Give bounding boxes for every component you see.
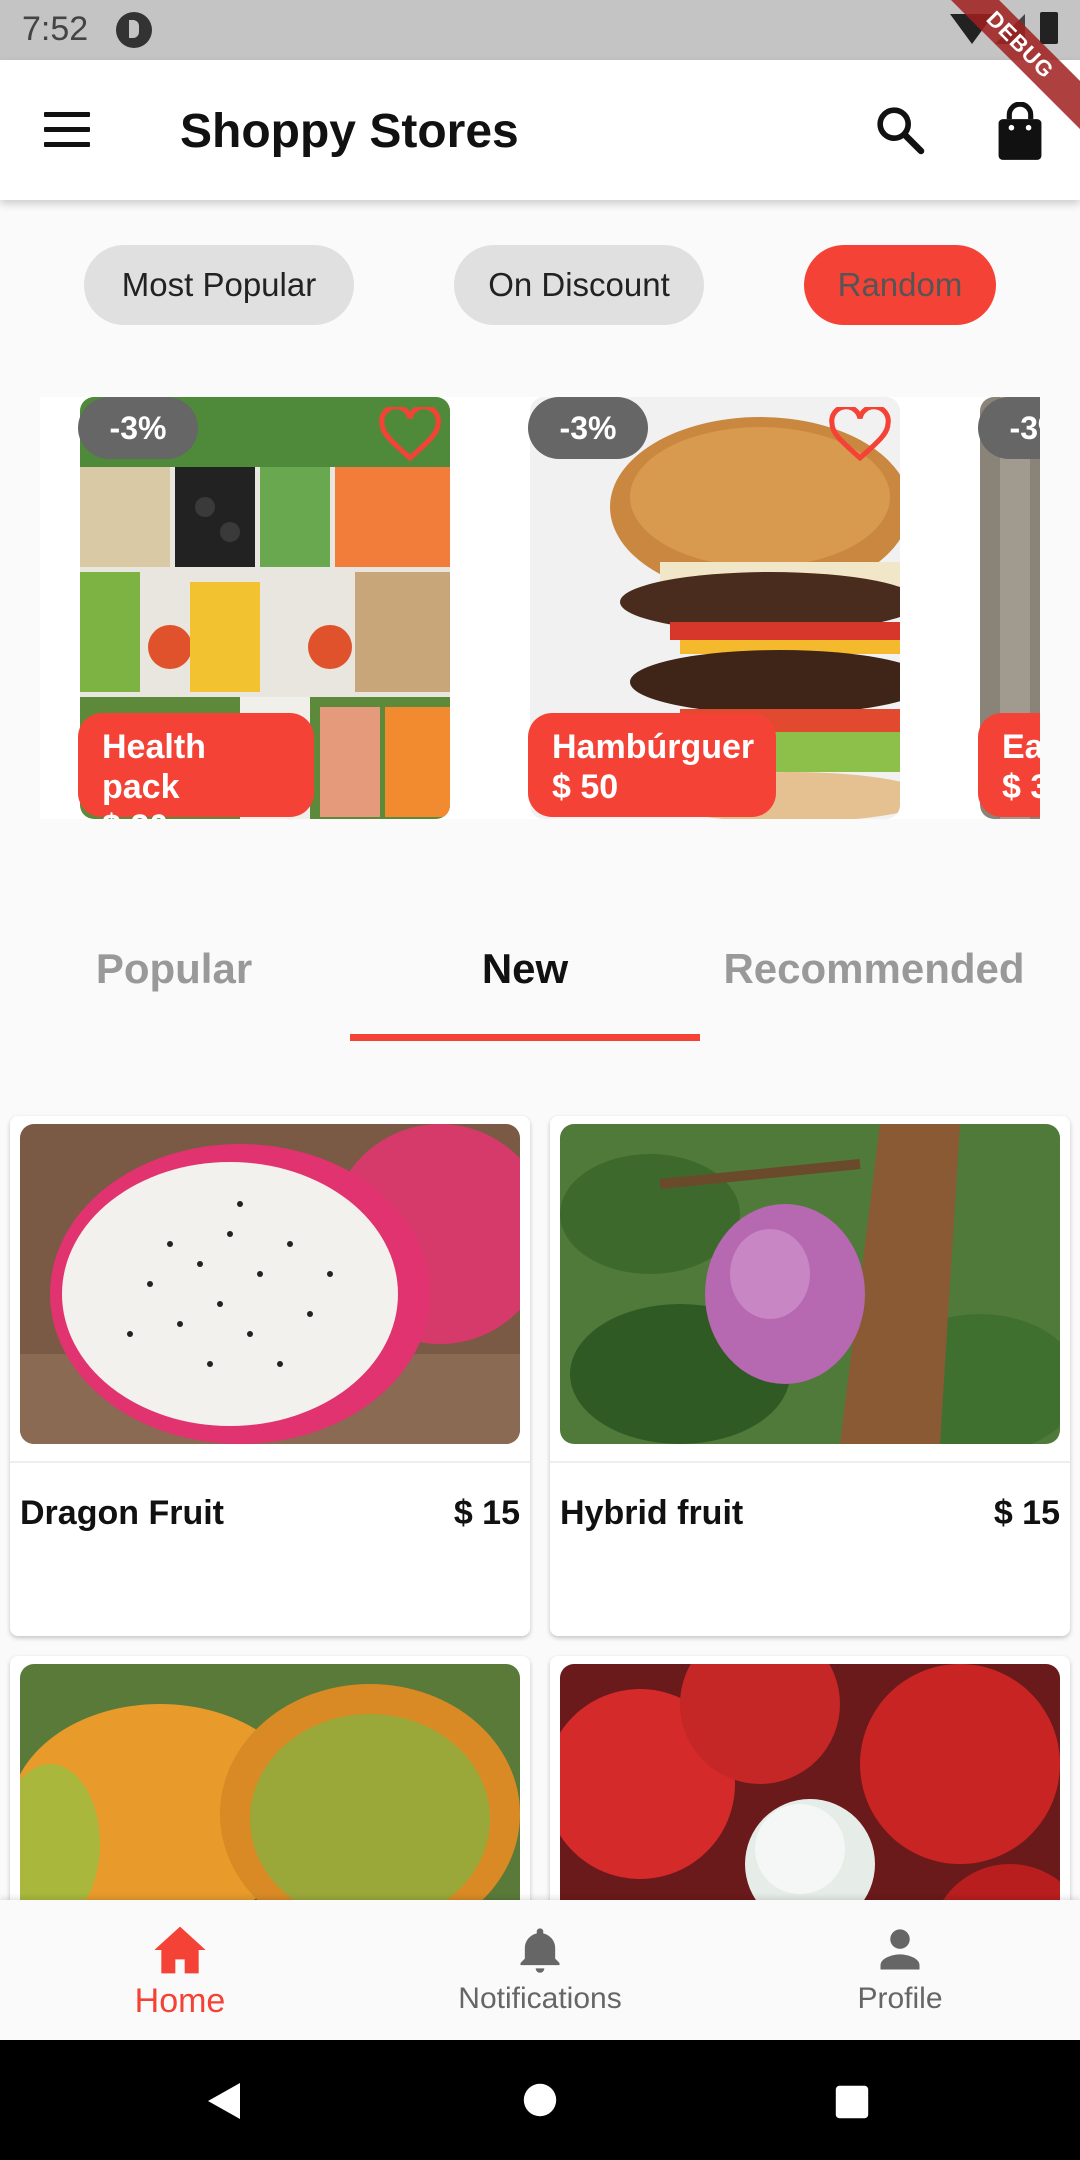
favorite-heart-icon[interactable]: [378, 407, 442, 463]
carousel-card-health-pack[interactable]: -3% Health pack $ 20: [40, 397, 490, 819]
app-notification-icon: [116, 12, 152, 48]
discount-badge: -3%: [978, 397, 1040, 459]
card-divider: [10, 1461, 530, 1463]
nav-profile[interactable]: Profile: [750, 1924, 1050, 2016]
tab-new[interactable]: New: [355, 945, 695, 993]
product-name: Hambúrguer: [552, 728, 755, 766]
tab-indicator: [350, 1034, 700, 1041]
bell-icon: [520, 1928, 560, 1973]
product-card-hybrid-fruit[interactable]: Hybrid fruit $ 15: [550, 1116, 1070, 1636]
menu-icon[interactable]: [44, 112, 94, 148]
back-icon[interactable]: [204, 2080, 244, 2122]
product-image: [20, 1124, 520, 1444]
nav-profile-label: Profile: [857, 1982, 943, 2015]
product-name: Hybrid fruit: [560, 1494, 744, 1532]
product-price: $ 15: [453, 1494, 520, 1532]
product-image: [560, 1124, 1060, 1444]
product-name: Ea: [1002, 728, 1040, 766]
recents-icon[interactable]: [834, 2084, 870, 2120]
person-icon: [880, 1929, 920, 1970]
product-price: $ 15: [993, 1494, 1060, 1532]
discount-badge: -3%: [528, 397, 648, 459]
featured-carousel[interactable]: -3% Health pack $ 20 -3%: [0, 397, 1040, 819]
nav-home-label: Home: [134, 1982, 226, 2020]
home-icon: [154, 1926, 206, 1974]
home-circle-icon[interactable]: [522, 2082, 558, 2118]
filter-chip-on-discount[interactable]: On Discount: [454, 245, 704, 325]
system-navigation-bar: [0, 2040, 1080, 2160]
battery-icon: [1040, 12, 1058, 44]
carousel-card-hamburguer[interactable]: -3% Hambúrguer $ 50: [490, 397, 940, 819]
carousel-card-partial[interactable]: -3% Ea $ 3: [940, 397, 1040, 819]
tab-popular[interactable]: Popular: [4, 945, 344, 993]
nav-notifications-label: Notifications: [458, 1982, 622, 2015]
tab-recommended[interactable]: Recommended: [704, 945, 1044, 993]
product-card-dragon-fruit[interactable]: Dragon Fruit $ 15: [10, 1116, 530, 1636]
nav-home[interactable]: Home: [30, 1924, 330, 2021]
filter-chip-most-popular[interactable]: Most Popular: [84, 245, 354, 325]
page-title: Shoppy Stores: [180, 105, 519, 158]
product-name: Health pack: [102, 728, 206, 806]
price-tag: Health pack $ 20: [78, 713, 314, 819]
filter-chip-random[interactable]: Random: [804, 245, 996, 325]
nav-notifications[interactable]: Notifications: [390, 1924, 690, 2016]
discount-badge: -3%: [78, 397, 198, 459]
product-price: $ 20: [102, 807, 290, 819]
price-tag: Ea $ 3: [978, 713, 1040, 817]
price-tag: Hambúrguer $ 50: [528, 713, 776, 817]
status-time: 7:52: [22, 10, 89, 48]
status-bar: 7:52: [0, 0, 1080, 60]
app-bar: Shoppy Stores: [0, 60, 1080, 200]
product-price: $ 50: [552, 768, 619, 806]
search-icon[interactable]: [872, 102, 928, 158]
shopping-bag-icon[interactable]: [994, 102, 1046, 162]
product-name: Dragon Fruit: [20, 1494, 224, 1532]
product-price: $ 3: [1002, 768, 1040, 806]
bottom-navigation: Home Notifications Profile: [0, 1900, 1080, 2040]
favorite-heart-icon[interactable]: [828, 407, 892, 463]
card-divider: [550, 1461, 1070, 1463]
